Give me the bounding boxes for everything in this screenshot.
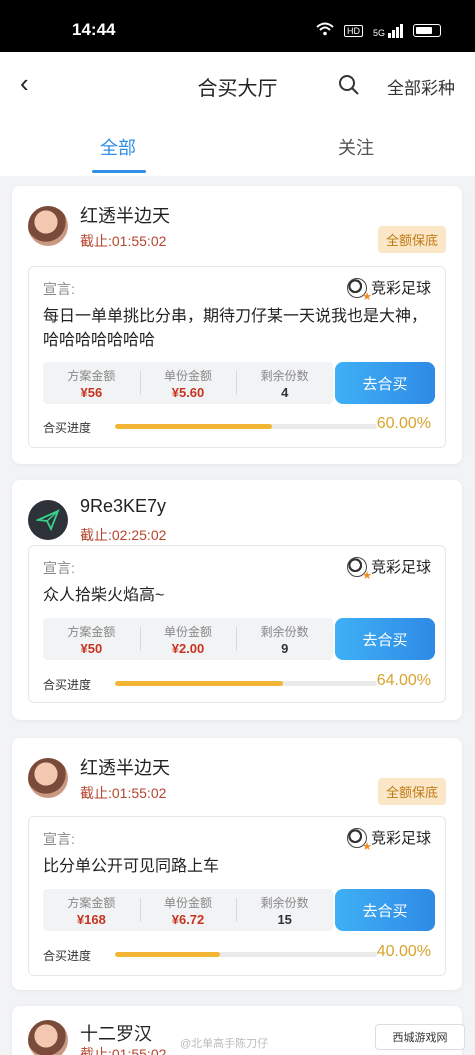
plan-amount-value: ¥50: [80, 641, 103, 656]
user-name[interactable]: 红透半边天: [80, 754, 170, 780]
plan-detail: 宣言: 竞彩足球 每日一单单挑比分串，期待刀仔某一天说我也是大神，哈哈哈哈哈哈哈…: [28, 266, 446, 448]
status-time: 14:44: [72, 20, 116, 39]
avatar[interactable]: [28, 758, 68, 798]
declaration-text: 每日一单单挑比分串，期待刀仔某一天说我也是大神，哈哈哈哈哈哈哈: [43, 308, 428, 349]
lottery-type: 竞彩足球: [346, 827, 431, 853]
tab-follow[interactable]: 关注: [338, 134, 374, 160]
status-icons: HD 5G: [316, 22, 441, 39]
remaining-shares-value: 9: [281, 641, 289, 656]
lottery-type-label: 竞彩足球: [370, 830, 431, 847]
deadline: 截止:01:55:02: [80, 233, 167, 249]
progress-percent: 40.00%: [376, 943, 431, 960]
share-amount-value: ¥6.72: [171, 912, 205, 927]
share-amount: 单份金额 ¥5.60: [139, 362, 237, 404]
progress-percent: 64.00%: [376, 672, 431, 689]
join-button[interactable]: 去合买: [335, 618, 435, 660]
plan-card[interactable]: 红透半边天 截止:01:55:02 全额保底 宣言: 竞彩足球 比分单公开可见同…: [12, 738, 462, 990]
user-name[interactable]: 9Re3KE7y: [80, 496, 166, 517]
share-amount-value: ¥5.60: [171, 385, 205, 400]
football-icon: [346, 827, 372, 853]
progress-label: 合买进度: [43, 421, 92, 435]
plan-detail: 宣言: 竞彩足球 众人拾柴火焰高~ 方案金额 ¥50 单份金额 ¥2.00 剩余…: [28, 545, 446, 703]
share-amount-label: 单份金额: [164, 369, 213, 383]
avatar[interactable]: [28, 206, 68, 246]
plan-amount-label: 方案金额: [67, 369, 116, 383]
all-lottery-filter[interactable]: 全部彩种: [387, 74, 455, 99]
plan-amount: 方案金额 ¥50: [43, 618, 140, 660]
nav-bar: ‹ 合买大厅 全部彩种: [0, 52, 475, 116]
lottery-type-label: 竞彩足球: [370, 280, 431, 297]
plan-card[interactable]: 红透半边天 截止:01:55:02 全额保底 宣言: 竞彩足球 每日一单单挑比分…: [12, 186, 462, 464]
guarantee-badge: 全额保底: [377, 778, 446, 805]
progress-fill: [115, 681, 283, 686]
guarantee-badge: 全额保底: [377, 226, 446, 253]
declaration-text: 比分单公开可见同路上车: [43, 858, 220, 875]
share-amount-label: 单份金额: [164, 625, 213, 639]
share-amount: 单份金额 ¥6.72: [139, 889, 237, 931]
progress-bar: [115, 952, 377, 957]
progress-bar: [115, 681, 377, 686]
declaration-label: 宣言:: [43, 281, 75, 297]
remaining-shares: 剩余份数 4: [236, 362, 333, 404]
progress-fill: [115, 952, 220, 957]
search-icon[interactable]: [338, 74, 360, 96]
remaining-shares-label: 剩余份数: [260, 896, 309, 910]
signal-icon: 5G: [372, 23, 403, 38]
remaining-shares: 剩余份数 15: [236, 889, 333, 931]
football-icon: [346, 556, 372, 582]
plan-amount: 方案金额 ¥168: [43, 889, 140, 931]
plan-info: 方案金额 ¥168 单份金额 ¥6.72 剩余份数 15: [43, 889, 333, 931]
declaration-label: 宣言:: [43, 560, 75, 576]
avatar[interactable]: [28, 500, 68, 540]
lottery-type: 竞彩足球: [346, 556, 431, 582]
progress-fill: [115, 424, 273, 429]
wifi-icon: [316, 22, 334, 39]
share-amount: 单份金额 ¥2.00: [139, 618, 237, 660]
progress-label: 合买进度: [43, 949, 92, 963]
paper-plane-icon: [36, 509, 60, 532]
football-icon: [346, 277, 372, 303]
deadline: 截止:02:25:02: [80, 527, 167, 543]
progress-label: 合买进度: [43, 678, 92, 692]
remaining-shares-label: 剩余份数: [260, 625, 309, 639]
plan-card[interactable]: 9Re3KE7y 截止:02:25:02 宣言: 竞彩足球 众人拾柴火焰高~ 方…: [12, 480, 462, 720]
declaration-label: 宣言:: [43, 831, 75, 847]
tab-bar: 全部 关注: [0, 116, 475, 176]
user-name[interactable]: 红透半边天: [80, 202, 170, 228]
plan-info: 方案金额 ¥56 单份金额 ¥5.60 剩余份数 4: [43, 362, 333, 404]
plan-amount-label: 方案金额: [67, 896, 116, 910]
battery-icon: [413, 24, 441, 37]
remaining-shares-value: 4: [281, 385, 289, 400]
avatar[interactable]: [28, 1020, 68, 1055]
lottery-type: 竞彩足球: [346, 277, 431, 303]
plan-amount-value: ¥168: [76, 912, 106, 927]
remaining-shares-value: 15: [277, 912, 292, 927]
remaining-shares-label: 剩余份数: [260, 369, 309, 383]
tab-active-indicator: [92, 170, 146, 173]
user-name[interactable]: 十二罗汉: [80, 1020, 152, 1046]
corner-logo: 西城游戏网: [375, 1024, 465, 1050]
network-label: 5G: [372, 27, 385, 38]
plan-detail: 宣言: 竞彩足球 比分单公开可见同路上车 方案金额 ¥168 单份金额 ¥6.7…: [28, 816, 446, 976]
join-button[interactable]: 去合买: [335, 889, 435, 931]
plan-amount-label: 方案金额: [67, 625, 116, 639]
progress-bar: [115, 424, 377, 429]
deadline: 截止:01:55:02: [80, 1046, 167, 1055]
declaration-text: 众人拾柴火焰高~: [43, 587, 165, 604]
plan-amount: 方案金额 ¥56: [43, 362, 140, 404]
progress-percent: 60.00%: [376, 415, 431, 432]
join-button[interactable]: 去合买: [335, 362, 435, 404]
tab-all[interactable]: 全部: [100, 134, 136, 160]
lottery-type-label: 竞彩足球: [370, 559, 431, 576]
deadline: 截止:01:55:02: [80, 785, 167, 801]
status-bar: 14:44 HD 5G: [0, 0, 475, 52]
plan-info: 方案金额 ¥50 单份金额 ¥2.00 剩余份数 9: [43, 618, 333, 660]
share-amount-value: ¥2.00: [171, 641, 205, 656]
plan-amount-value: ¥56: [80, 385, 103, 400]
watermark: @北单高手陈刀仔: [180, 1038, 269, 1050]
remaining-shares: 剩余份数 9: [236, 618, 333, 660]
share-amount-label: 单份金额: [164, 896, 213, 910]
hd-icon: HD: [343, 24, 363, 37]
